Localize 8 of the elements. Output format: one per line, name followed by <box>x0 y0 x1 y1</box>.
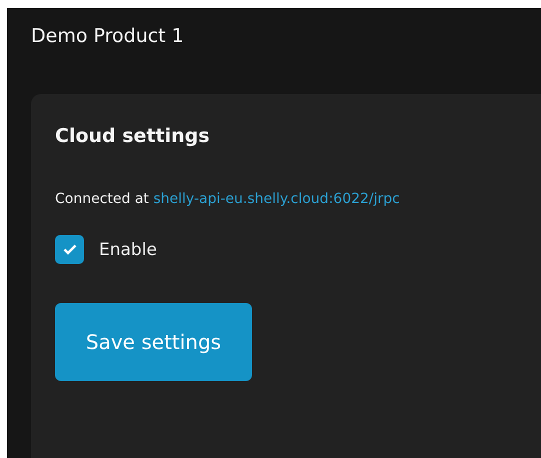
enable-checkbox[interactable] <box>55 235 84 264</box>
card-heading: Cloud settings <box>55 124 211 148</box>
save-button[interactable]: Save settings <box>55 303 252 381</box>
checkbox-label: Enable <box>99 240 157 260</box>
page-title: Demo Product 1 <box>31 24 185 48</box>
status-label: Connected at <box>55 191 149 207</box>
server-link[interactable]: shelly-api-eu.shelly.cloud:6022/jrpc <box>153 191 400 207</box>
check-icon <box>62 244 76 255</box>
